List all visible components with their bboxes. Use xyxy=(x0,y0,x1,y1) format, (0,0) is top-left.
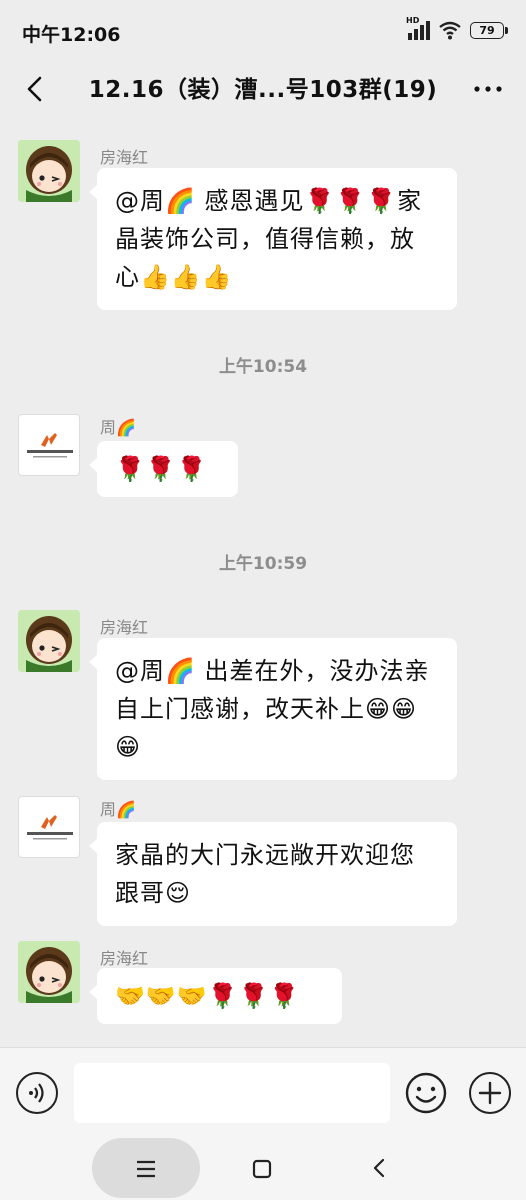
menu-icon xyxy=(137,1160,155,1178)
avatar[interactable] xyxy=(18,414,80,476)
sender-name: 房海红 xyxy=(100,949,149,968)
sender-name: 周🌈 xyxy=(100,800,136,819)
home-button[interactable] xyxy=(248,1155,276,1183)
wifi-icon xyxy=(439,21,461,40)
menu-button[interactable] xyxy=(92,1138,200,1198)
message-bubble[interactable]: @周🌈 出差在外，没办法亲自上门感谢，改天补上😁😁😁 xyxy=(89,638,457,780)
avatar[interactable] xyxy=(18,796,80,858)
avatar[interactable] xyxy=(18,140,80,202)
timestamp: 上午10:59 xyxy=(218,554,308,574)
message-bubble[interactable]: @周🌈 感恩遇见🌹🌹🌹家晶装饰公司，值得信赖，放心👍👍👍 xyxy=(89,168,457,310)
avatar[interactable] xyxy=(18,610,80,672)
battery-level: 79 xyxy=(479,23,495,37)
voice-icon xyxy=(29,1083,44,1103)
girl-avatar-icon xyxy=(18,941,80,1003)
sender-name: 房海红 xyxy=(100,148,149,167)
company-logo-icon xyxy=(27,433,73,458)
company-logo-icon xyxy=(27,815,73,840)
nav-back-icon xyxy=(373,1158,385,1178)
emoji-button[interactable] xyxy=(405,1072,447,1114)
status-time: 中午12:06 xyxy=(22,24,121,46)
girl-avatar-icon xyxy=(18,140,80,202)
network-label: HD xyxy=(406,16,420,25)
voice-button[interactable] xyxy=(16,1072,58,1114)
message-input[interactable] xyxy=(74,1063,390,1123)
status-icons: HD 79 xyxy=(406,16,508,40)
sender-name: 周🌈 xyxy=(100,418,136,437)
signal-icon: HD xyxy=(406,16,430,40)
message-bubble[interactable]: 家晶的大门永远敞开欢迎您跟哥😌 xyxy=(89,822,457,926)
emoji-icon xyxy=(405,1072,447,1114)
home-square-icon xyxy=(252,1159,272,1179)
girl-avatar-icon xyxy=(18,610,80,672)
more-dots-icon xyxy=(474,86,502,92)
timestamp: 上午10:54 xyxy=(218,357,308,377)
status-bar: 中午12:06 HD 79 xyxy=(0,0,526,62)
sender-name: 房海红 xyxy=(100,618,149,637)
message-bubble[interactable]: 🌹🌹🌹 xyxy=(89,441,238,497)
avatar[interactable] xyxy=(18,941,80,1003)
more-button[interactable] xyxy=(468,68,508,108)
input-bar xyxy=(0,1047,526,1135)
nav-back-button[interactable] xyxy=(364,1153,394,1183)
system-nav-bar xyxy=(0,1135,526,1200)
plus-icon xyxy=(478,1081,502,1105)
message-bubble[interactable]: 🤝🤝🤝🌹🌹🌹 xyxy=(89,968,342,1024)
chat-title: 12.16（装）漕...号103群(19) xyxy=(88,77,438,103)
title-bar: 12.16（装）漕...号103群(19) xyxy=(0,62,526,112)
battery-indicator: 79 xyxy=(470,21,508,39)
plus-button[interactable] xyxy=(469,1072,511,1114)
